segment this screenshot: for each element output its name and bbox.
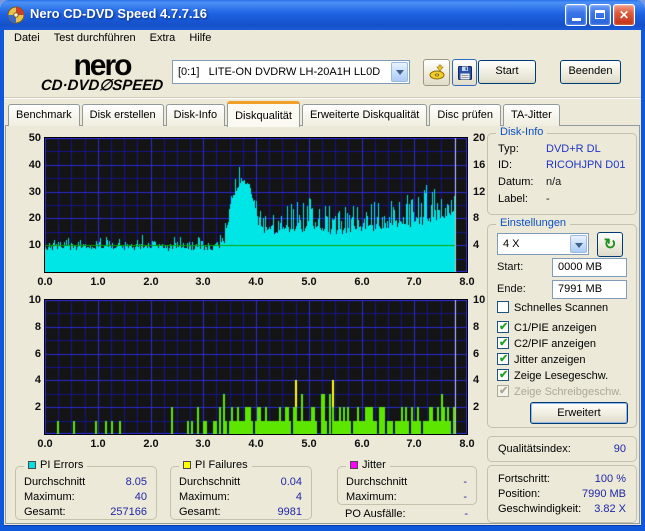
tab-bar: Benchmark Disk erstellen Disk-Info Diskqual… bbox=[8, 100, 562, 127]
minimize-icon bbox=[571, 18, 581, 21]
drive-select[interactable]: [0:1] LITE-ON DVDRW LH-20A1H LL0D bbox=[172, 60, 410, 84]
menu-bar: Datei Test durchführen Extra Hilfe bbox=[4, 30, 641, 49]
y-axis-label-left: 20 bbox=[28, 212, 41, 224]
x-axis-label: 0.0 bbox=[37, 276, 53, 288]
window-border-left bbox=[0, 28, 4, 531]
x-axis-label: 3.0 bbox=[195, 276, 211, 288]
y-axis-label-left: 4 bbox=[34, 374, 41, 386]
minimize-button[interactable] bbox=[565, 4, 587, 26]
tab-disk-erstellen[interactable]: Disk erstellen bbox=[81, 104, 164, 126]
cdspeed-logo-text: CD·DVD∅SPEED bbox=[40, 77, 164, 94]
maximize-button[interactable] bbox=[589, 4, 611, 26]
window-title: Nero CD-DVD Speed 4.7.7.16 bbox=[30, 6, 208, 21]
start-field-label: Start: bbox=[497, 261, 524, 273]
app-icon bbox=[7, 6, 25, 24]
y-axis-label-right: 8 bbox=[473, 321, 480, 333]
menu-item-datei[interactable]: Datei bbox=[7, 30, 47, 49]
x-axis-label: 6.0 bbox=[354, 276, 370, 288]
x-axis-label: 7.0 bbox=[406, 276, 422, 288]
y-axis-label-right: 4 bbox=[473, 374, 480, 386]
tab-diskqualitat[interactable]: Diskqualität bbox=[227, 101, 300, 127]
y-axis-label-left: 8 bbox=[34, 321, 41, 333]
tab-disk-info[interactable]: Disk-Info bbox=[165, 104, 226, 126]
x-axis-label: 7.0 bbox=[406, 438, 422, 450]
tab-erweiterte-diskqualitat[interactable]: Erweiterte Diskqualität bbox=[301, 104, 428, 126]
close-icon: ✕ bbox=[618, 8, 630, 22]
x-axis-label: 4.0 bbox=[248, 276, 264, 288]
eject-disc-icon bbox=[429, 64, 444, 79]
x-axis-label: 5.0 bbox=[301, 438, 317, 450]
y-axis-label-right: 12 bbox=[473, 186, 486, 198]
start-button[interactable]: Start bbox=[478, 60, 536, 84]
x-axis-label: 8.0 bbox=[459, 276, 475, 288]
toolbar-separator bbox=[4, 97, 641, 99]
title-bar[interactable]: Nero CD-DVD Speed 4.7.7.16 ✕ bbox=[0, 0, 645, 30]
y-axis-label-right: 20 bbox=[473, 132, 486, 144]
y-axis-label-left: 10 bbox=[28, 239, 41, 251]
x-axis-label: 1.0 bbox=[90, 438, 106, 450]
window-border-bottom bbox=[0, 525, 645, 531]
drive-select-dropdown-button[interactable] bbox=[391, 62, 408, 82]
x-axis-label: 0.0 bbox=[37, 438, 53, 450]
close-button[interactable]: ✕ bbox=[613, 4, 635, 26]
y-axis-label-right: 8 bbox=[473, 212, 480, 224]
menu-item-hilfe[interactable]: Hilfe bbox=[182, 30, 218, 49]
x-axis-label: 8.0 bbox=[459, 438, 475, 450]
x-axis-label: 1.0 bbox=[90, 276, 106, 288]
save-floppy-icon bbox=[457, 65, 472, 80]
tab-benchmark[interactable]: Benchmark bbox=[8, 104, 80, 126]
x-axis-label: 2.0 bbox=[143, 438, 159, 450]
end-field-label: Ende: bbox=[497, 283, 526, 295]
x-axis-label: 2.0 bbox=[143, 276, 159, 288]
y-axis-label-left: 40 bbox=[28, 159, 41, 171]
nero-logo: nero CD·DVD∅SPEED bbox=[22, 49, 182, 95]
nero-logo-text: nero bbox=[73, 49, 132, 82]
drive-select-value: [0:1] LITE-ON DVDRW LH-20A1H LL0D bbox=[178, 66, 381, 78]
save-results-button[interactable] bbox=[452, 59, 477, 86]
x-axis-label: 3.0 bbox=[195, 438, 211, 450]
y-axis-label-right: 10 bbox=[473, 294, 486, 306]
menu-item-test-durchfuhren[interactable]: Test durchführen bbox=[47, 30, 143, 49]
x-axis-label: 6.0 bbox=[354, 438, 370, 450]
x-axis-label: 4.0 bbox=[248, 438, 264, 450]
tab-page-diskqualitaet bbox=[5, 125, 640, 524]
y-axis-label-right: 6 bbox=[473, 348, 480, 360]
quit-button[interactable]: Beenden bbox=[560, 60, 621, 84]
y-axis-label-left: 10 bbox=[28, 294, 41, 306]
chevron-down-icon bbox=[396, 70, 404, 75]
y-axis-label-left: 6 bbox=[34, 348, 41, 360]
y-axis-label-right: 4 bbox=[473, 239, 480, 251]
eject-disc-button[interactable] bbox=[423, 59, 450, 86]
window-border-right bbox=[641, 28, 645, 531]
y-axis-label-right: 2 bbox=[473, 401, 480, 413]
tab-disc-prufen[interactable]: Disc prüfen bbox=[429, 104, 502, 126]
y-axis-label-left: 2 bbox=[34, 401, 41, 413]
x-axis-label: 5.0 bbox=[301, 276, 317, 288]
tab-ta-jitter[interactable]: TA-Jitter bbox=[503, 104, 560, 126]
y-axis-label-left: 50 bbox=[28, 132, 41, 144]
maximize-icon bbox=[595, 10, 605, 19]
menu-item-extra[interactable]: Extra bbox=[143, 30, 183, 49]
app-window: Nero CD-DVD Speed 4.7.7.16 ✕ Datei Test d… bbox=[0, 0, 645, 531]
y-axis-label-left: 30 bbox=[28, 186, 41, 198]
y-axis-label-right: 16 bbox=[473, 159, 486, 171]
